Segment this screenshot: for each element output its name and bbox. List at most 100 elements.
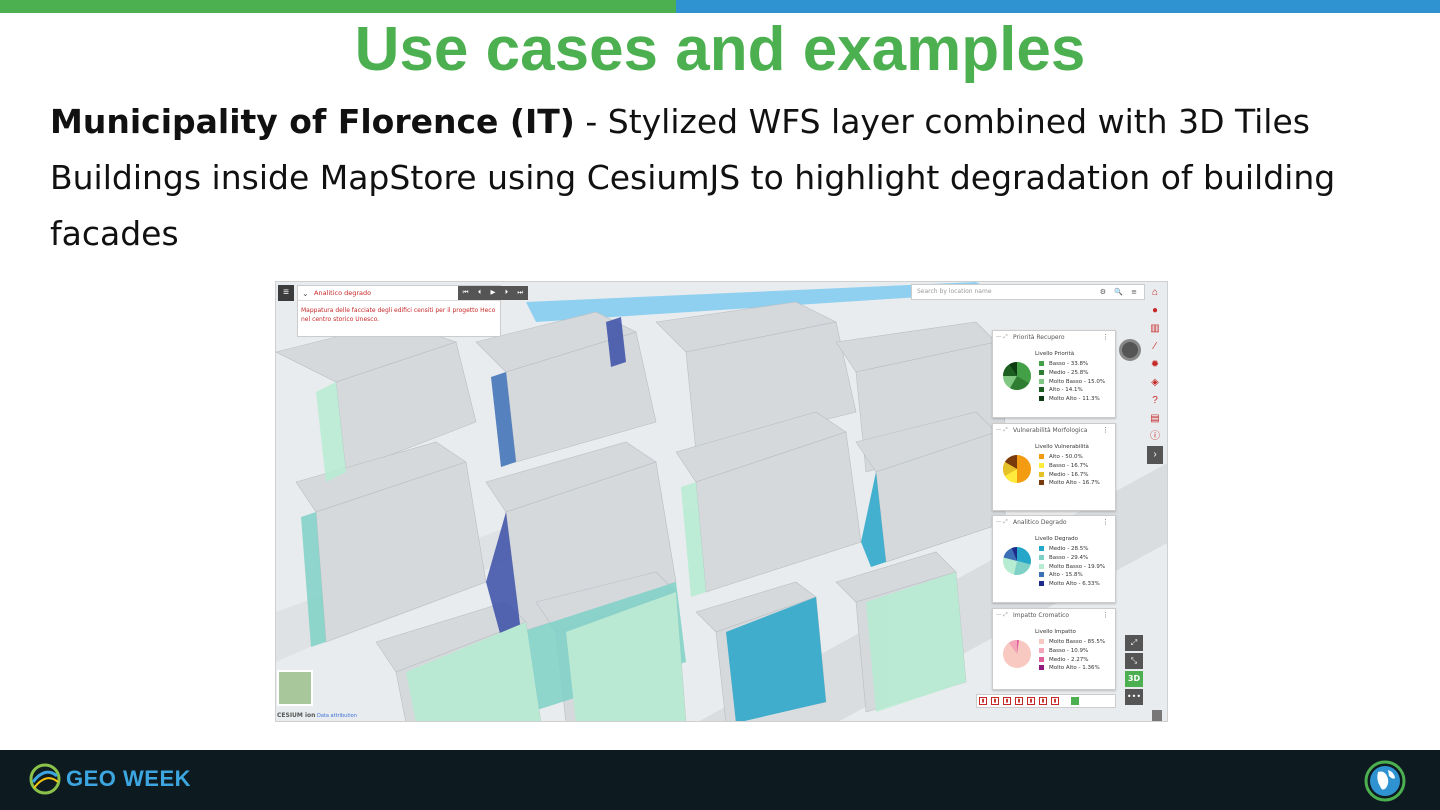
- legend-item: Molto Alto - 16.7%: [1039, 479, 1100, 488]
- widget-impatto: — ⤢ Impatto Cromatico ⋮ Livello Impatto Mo…: [992, 608, 1116, 690]
- widget-degrado: — ⤢ Analitico Degrado ⋮ Livello Degrado Me…: [992, 515, 1116, 603]
- tray-widget-icon[interactable]: ▮: [1003, 697, 1011, 705]
- legend-list: Molto Basso - 85.5% Basso - 10.9% Medio …: [1039, 638, 1105, 673]
- book-icon[interactable]: ▤: [1147, 410, 1163, 428]
- fullscreen-button[interactable]: ⤢: [1125, 635, 1143, 651]
- search-placeholder: Search by location name: [917, 288, 992, 295]
- user-icon[interactable]: ●: [1147, 302, 1163, 320]
- legend-item: Molto Basso - 19.9%: [1039, 563, 1105, 572]
- gear-icon[interactable]: ✹: [1147, 356, 1163, 374]
- home-icon[interactable]: ⌂: [1147, 284, 1163, 302]
- legend-item: Molto Alto - 6.33%: [1039, 580, 1105, 589]
- layer-description: Mappatura delle facciate degli edifici c…: [301, 307, 496, 323]
- legend-item: Alto - 50.0%: [1039, 453, 1100, 462]
- data-attribution-link[interactable]: Data attribution: [317, 713, 357, 719]
- ruler-icon[interactable]: ∕: [1147, 338, 1163, 356]
- tray-collapse-icon[interactable]: [1071, 697, 1079, 705]
- mapstore-screenshot: ≡ ⌄ Analitico degrado ≡ Mappatura delle …: [275, 281, 1168, 722]
- widget-title: Analitico Degrado: [1013, 519, 1067, 526]
- widget-title: Impatto Cromatico: [1013, 612, 1070, 619]
- tray-widget-icon[interactable]: ▮: [1027, 697, 1035, 705]
- legend-title: Livello Degrado: [1035, 536, 1078, 542]
- search-icons[interactable]: ⚙ 🔍 ≡: [1100, 285, 1140, 299]
- legend-title: Livello Impatto: [1035, 629, 1076, 635]
- widget-collapse-icon[interactable]: — ⤢: [996, 427, 1008, 434]
- tray-widget-icon[interactable]: ▮: [991, 697, 999, 705]
- slide-title: Use cases and examples: [354, 15, 1086, 84]
- legend-item: Alto - 15.8%: [1039, 571, 1105, 580]
- widget-title: Priorità Recupero: [1013, 334, 1065, 341]
- widget-collapse-icon[interactable]: — ⤢: [996, 334, 1008, 341]
- widget-collapse-icon[interactable]: — ⤢: [996, 612, 1008, 619]
- pie-chart[interactable]: [1002, 454, 1032, 484]
- pie-chart[interactable]: [1002, 639, 1032, 669]
- top-bar-green: [0, 0, 676, 13]
- legend-title: Livello Priorità: [1035, 351, 1075, 357]
- tray-widget-icon[interactable]: ▮: [1015, 697, 1023, 705]
- share-icon[interactable]: ◈: [1147, 374, 1163, 392]
- legend-list: Medio - 28.5% Basso - 29.4% Molto Basso …: [1039, 545, 1105, 589]
- zoom-extent-button[interactable]: ⤡: [1125, 653, 1143, 669]
- legend-item: Basso - 16.7%: [1039, 462, 1100, 471]
- legend-item: Medio - 2.27%: [1039, 656, 1105, 665]
- legend-item: Molto Basso - 15.0%: [1039, 378, 1105, 387]
- widget-vulnerabilita: — ⤢ Vulnerabilità Morfologica ⋮ Livello Vu…: [992, 423, 1116, 511]
- legend-item: Molto Alto - 1.36%: [1039, 664, 1105, 673]
- legend-item: Medio - 16.7%: [1039, 471, 1100, 480]
- legend-item: Basso - 33.8%: [1039, 360, 1105, 369]
- legend-item: Medio - 28.5%: [1039, 545, 1105, 554]
- legend-item: Medio - 25.8%: [1039, 369, 1105, 378]
- footer-bar: [0, 750, 1440, 810]
- right-toolbar: ⌂ ● ▥ ∕ ✹ ◈ ? ▤ ⓘ ›: [1147, 284, 1163, 464]
- cesium-logo: CESIUM ion: [277, 712, 316, 719]
- legend-item: Molto Alto - 11.3%: [1039, 395, 1105, 404]
- more-options-button[interactable]: •••: [1125, 689, 1143, 705]
- geo-week-logo: GEO WEEK: [28, 762, 191, 796]
- cesium-credits[interactable]: CESIUM ion Data attribution: [277, 710, 387, 721]
- top-bar-blue: [676, 0, 1440, 13]
- widget-tray: ▮ ▮ ▮ ▮ ▮ ▮ ▮: [976, 694, 1116, 708]
- legend-item: Basso - 29.4%: [1039, 554, 1105, 563]
- widget-menu-icon[interactable]: ⋮: [1102, 611, 1109, 619]
- player-play-button[interactable]: ▶: [490, 286, 495, 300]
- tray-widget-icon[interactable]: ▮: [1039, 697, 1047, 705]
- top-color-bar: [0, 0, 1440, 13]
- help-icon[interactable]: ?: [1147, 392, 1163, 410]
- subtitle-bold: Municipality of Florence (IT): [50, 102, 575, 141]
- widget-title: Vulnerabilità Morfologica: [1013, 427, 1088, 434]
- widget-menu-icon[interactable]: ⋮: [1102, 333, 1109, 341]
- expand-icon[interactable]: ›: [1147, 446, 1163, 464]
- timeline-player: ⏮ ⏴ ▶ ⏵ ⏭: [458, 286, 528, 300]
- earth-globe-icon: [1364, 760, 1406, 802]
- legend-list: Basso - 33.8% Medio - 25.8% Molto Basso …: [1039, 360, 1105, 404]
- search-input[interactable]: Search by location name ⚙ 🔍 ≡: [911, 284, 1145, 300]
- slide-subtitle: Municipality of Florence (IT) - Stylized…: [50, 94, 1410, 262]
- legend-title: Livello Vulnerabilità: [1035, 444, 1089, 450]
- widget-collapse-icon[interactable]: — ⤢: [996, 519, 1008, 526]
- pie-chart[interactable]: [1002, 361, 1032, 391]
- player-prev-button[interactable]: ⏴: [478, 286, 481, 300]
- legend-item: Alto - 14.1%: [1039, 386, 1105, 395]
- widget-menu-icon[interactable]: ⋮: [1102, 426, 1109, 434]
- background-selector[interactable]: [277, 670, 313, 706]
- legend-item: Basso - 10.9%: [1039, 647, 1105, 656]
- geo-week-brand: GEO WEEK: [66, 766, 192, 791]
- widget-menu-icon[interactable]: ⋮: [1102, 518, 1109, 526]
- info-icon[interactable]: ⓘ: [1147, 428, 1163, 446]
- tray-widget-icon[interactable]: ▮: [1051, 697, 1059, 705]
- trash-icon[interactable]: [1152, 710, 1162, 721]
- legend-list: Alto - 50.0% Basso - 16.7% Medio - 16.7%…: [1039, 453, 1100, 488]
- legend-item: Molto Basso - 85.5%: [1039, 638, 1105, 647]
- chevron-down-icon[interactable]: ⌄: [302, 286, 309, 301]
- player-first-button[interactable]: ⏮: [463, 286, 469, 300]
- player-next-button[interactable]: ⏵: [505, 286, 508, 300]
- player-last-button[interactable]: ⏭: [517, 286, 523, 300]
- layer-title: Analitico degrado: [314, 289, 372, 297]
- pie-chart[interactable]: [1002, 546, 1032, 576]
- toggle-3d-button[interactable]: 3D: [1125, 671, 1143, 687]
- tray-widget-icon[interactable]: ▮: [979, 697, 987, 705]
- compass-icon[interactable]: [1119, 339, 1141, 361]
- layers-icon[interactable]: ≡: [278, 285, 294, 301]
- map-icon[interactable]: ▥: [1147, 320, 1163, 338]
- widget-priorita: — ⤢ Priorità Recupero ⋮ Livello Priorità B…: [992, 330, 1116, 418]
